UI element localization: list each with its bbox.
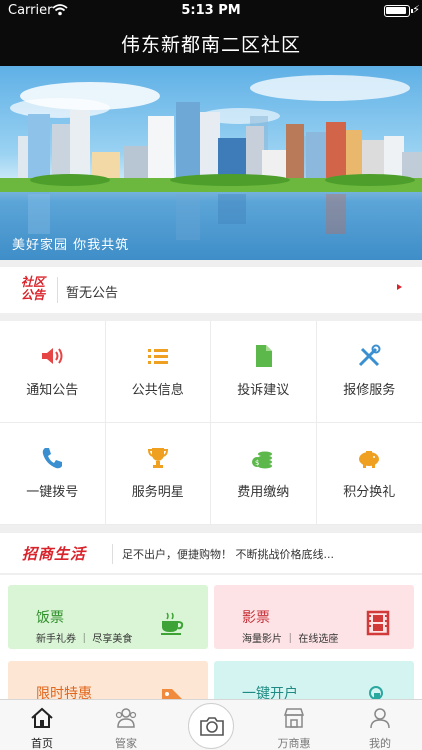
tab-label: 管家 bbox=[115, 737, 137, 750]
tab-merchant-deals[interactable]: 万商惠 bbox=[252, 700, 336, 750]
grid-item-label: 报修服务 bbox=[343, 383, 396, 398]
service-grid: 通知公告 公共信息 投诉建议 报修服务 一键拨号 服务明星 $ 费用缴纳 积分换 bbox=[0, 321, 422, 525]
tab-label: 我的 bbox=[369, 737, 391, 750]
grid-item-complaint[interactable]: 投诉建议 bbox=[211, 321, 317, 423]
tab-label: 首页 bbox=[31, 737, 53, 750]
shop-slogan: 足不出户，便捷购物！ 不断挑战价格底线... bbox=[122, 548, 334, 561]
grid-item-label: 公共信息 bbox=[131, 383, 184, 398]
banner-image[interactable]: 美好家园 你我共筑 bbox=[0, 66, 422, 260]
person-icon bbox=[370, 708, 390, 729]
banner-slogan: 美好家园 你我共筑 bbox=[12, 238, 130, 253]
status-bar: Carrier 5:13 PM ⚡ bbox=[0, 0, 422, 22]
shopping-bar[interactable]: 招商生活 足不出户，便捷购物！ 不断挑战价格底线... bbox=[0, 533, 422, 573]
grid-item-dial[interactable]: 一键拨号 bbox=[0, 423, 106, 525]
notice-logo: 社区 公告 bbox=[14, 276, 52, 304]
divider bbox=[112, 544, 113, 564]
arrow-right-icon bbox=[397, 284, 402, 290]
document-icon bbox=[256, 345, 273, 367]
notice-logo-line2: 公告 bbox=[20, 288, 45, 302]
camera-button[interactable] bbox=[188, 703, 234, 749]
store-icon bbox=[283, 708, 305, 728]
grid-item-notice[interactable]: 通知公告 bbox=[0, 321, 106, 423]
grid-item-repair[interactable]: 报修服务 bbox=[316, 321, 422, 423]
charging-icon: ⚡ bbox=[412, 3, 420, 16]
page-title: 伟东新都南二区社区 bbox=[120, 34, 301, 56]
battery-icon bbox=[384, 5, 413, 17]
card-title: 影票 bbox=[242, 610, 270, 626]
card-subtitle: 新手礼券 ｜ 尽享美食 bbox=[36, 634, 133, 645]
grid-item-public-info[interactable]: 公共信息 bbox=[105, 321, 211, 423]
card-meal-ticket[interactable]: 饭票 新手礼券 ｜ 尽享美食 bbox=[8, 585, 208, 649]
divider bbox=[57, 277, 58, 303]
grid-item-label: 费用缴纳 bbox=[237, 485, 290, 500]
app-screen: Carrier 5:13 PM ⚡ 伟东新都南二区社区 美好家园 你我共筑 社区… bbox=[0, 0, 422, 750]
home-icon bbox=[31, 707, 53, 728]
card-subtitle: 海量影片 ｜ 在线选座 bbox=[242, 634, 339, 645]
tab-butler[interactable]: 管家 bbox=[84, 700, 168, 750]
tools-icon bbox=[359, 344, 381, 367]
promo-cards: 饭票 新手礼券 ｜ 尽享美食 影票 海量影片 ｜ 在线选座 限时特惠 一键开户 bbox=[0, 575, 422, 725]
coins-icon: $ bbox=[252, 451, 273, 469]
svg-text:$: $ bbox=[255, 459, 259, 467]
list-icon bbox=[147, 349, 168, 364]
speaker-icon bbox=[42, 348, 63, 364]
coffee-cup-icon bbox=[161, 612, 184, 635]
shop-logo: 招商生活 bbox=[22, 545, 87, 563]
card-movie-ticket[interactable]: 影票 海量影片 ｜ 在线选座 bbox=[214, 585, 414, 649]
card-title: 饭票 bbox=[36, 610, 64, 626]
grid-item-payment[interactable]: $ 费用缴纳 bbox=[211, 423, 317, 525]
tab-home[interactable]: 首页 bbox=[0, 700, 84, 750]
community-notice-bar[interactable]: 社区 公告 暂无公告 bbox=[0, 267, 422, 313]
notice-text: 暂无公告 bbox=[66, 286, 119, 301]
phone-icon bbox=[43, 448, 63, 469]
grid-item-label: 服务明星 bbox=[131, 485, 184, 500]
tab-label: 万商惠 bbox=[277, 737, 311, 750]
grid-item-star[interactable]: 服务明星 bbox=[105, 423, 211, 525]
piggy-bank-icon bbox=[359, 451, 380, 468]
grid-item-label: 积分换礼 bbox=[343, 485, 396, 500]
grid-item-label: 通知公告 bbox=[26, 383, 79, 398]
grid-item-label: 一键拨号 bbox=[26, 485, 79, 500]
city-skyline-illustration bbox=[0, 75, 422, 260]
tab-mine[interactable]: 我的 bbox=[338, 700, 422, 750]
people-icon bbox=[115, 708, 137, 728]
grid-item-gift[interactable]: 积分换礼 bbox=[316, 423, 422, 525]
film-icon bbox=[366, 610, 390, 636]
camera-icon bbox=[200, 717, 224, 736]
top-bar: Carrier 5:13 PM ⚡ 伟东新都南二区社区 bbox=[0, 0, 422, 66]
trophy-icon bbox=[147, 448, 168, 468]
grid-item-label: 投诉建议 bbox=[237, 383, 290, 398]
clock: 5:13 PM bbox=[181, 3, 241, 18]
